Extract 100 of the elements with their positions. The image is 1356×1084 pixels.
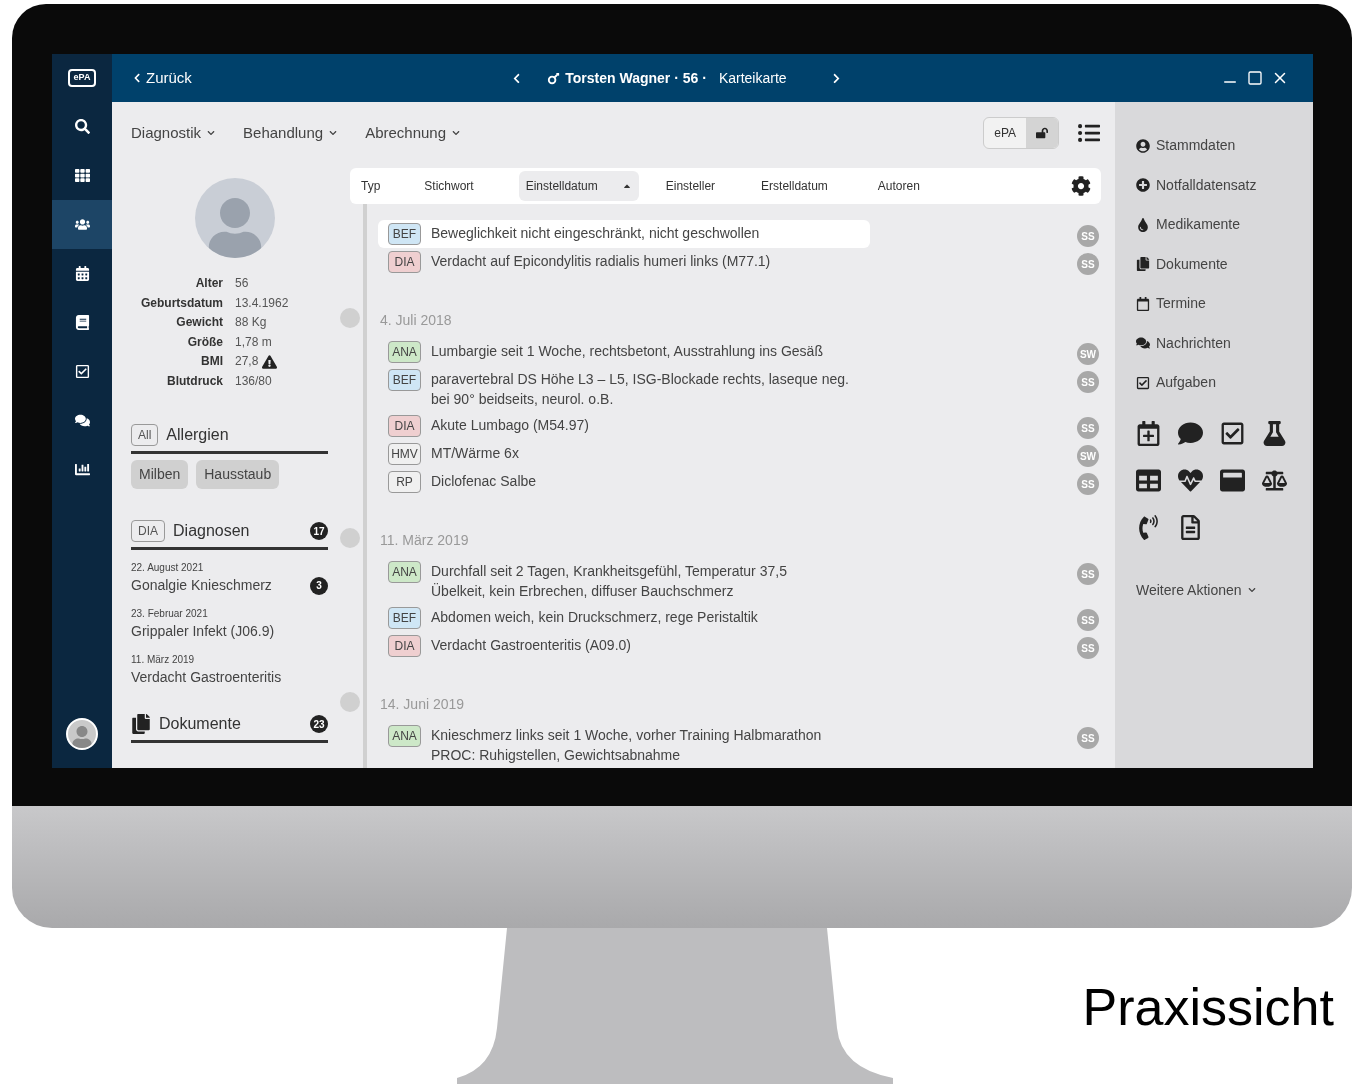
section-title: Diagnosen — [173, 521, 251, 541]
diagnosis-name[interactable]: Gonalgie Knieschmerz — [131, 575, 272, 596]
side-link[interactable]: Notfalldatensatz — [1136, 165, 1313, 205]
type-tag: BEF — [388, 223, 421, 245]
diagnosis-date: 11. März 2019 — [131, 653, 196, 667]
column-header[interactable]: Autoren — [870, 171, 927, 201]
entry-row[interactable]: DIA Verdacht auf Epicondylitis radialis humeri links (M77.1) — [378, 248, 870, 276]
side-link[interactable]: Stammdaten — [1136, 126, 1313, 166]
entry-row[interactable]: ANA Durchfall seit 2 Tagen, Krankheitsgefühl, Temperatur 37,5 Übelkeit, kein Erbrechen, diffuser Bauchschmerz — [378, 558, 870, 604]
window-icon[interactable] — [1220, 467, 1245, 493]
type-tag: HMV — [388, 443, 421, 465]
entry-row[interactable]: ANA Knieschmerz links seit 1 Woche, vorher Training Halbmarathon PROC: Ruhigstellen, Gewichtsabnahme — [378, 722, 870, 768]
diagnosis-name[interactable]: Grippaler Infekt (J06.9) — [131, 621, 275, 642]
documents-icon — [1136, 257, 1150, 272]
calendar-plus-icon[interactable] — [1136, 420, 1161, 446]
fact-value: 1,78 m — [235, 333, 272, 351]
logo: ePA — [67, 69, 97, 87]
maximize-icon[interactable] — [1247, 70, 1263, 86]
entry-row[interactable]: ANA Lumbargie seit 1 Woche, rechtsbetont, Ausstrahlung ins Gesäß — [378, 338, 870, 366]
lock-icon — [1036, 127, 1048, 139]
entry-row[interactable]: DIA Akute Lumbago (M54.97) — [378, 412, 870, 440]
menu-dropdown[interactable]: Abrechnung — [365, 121, 461, 145]
checkbox-icon — [74, 364, 90, 379]
entry-text: Lumbargie seit 1 Woche, rechtsbetont, Ausstrahlung ins Gesäß — [431, 342, 823, 361]
type-tag: ANA — [388, 341, 421, 363]
diagnosis-name[interactable]: Verdacht Gastroenteritis — [131, 667, 282, 688]
documents-icon — [131, 714, 151, 734]
fact-value: 136/80 — [235, 372, 272, 390]
fact-label: Blutdruck — [166, 372, 223, 390]
heartbeat-icon[interactable] — [1178, 467, 1203, 493]
entry-row[interactable]: RP Diclofenac Salbe — [378, 468, 870, 496]
column-header[interactable]: Stichwort — [417, 171, 481, 201]
allergy-chip[interactable]: Hausstaub — [196, 460, 280, 489]
menu-dropdown[interactable]: Behandlung — [243, 121, 338, 145]
plus-icon — [1136, 178, 1150, 193]
settings-icon[interactable] — [1071, 176, 1091, 196]
file-icon[interactable] — [1178, 514, 1203, 540]
menu-dropdown[interactable]: Diagnostik — [131, 121, 216, 145]
author-avatar: SW — [1077, 445, 1099, 467]
side-link[interactable]: Nachrichten — [1136, 323, 1313, 363]
caret-icon — [207, 129, 216, 137]
epa-toggle[interactable]: ePA — [983, 117, 1059, 149]
avatar — [66, 718, 98, 750]
chat-icon — [1136, 336, 1150, 351]
side-link[interactable]: Termine — [1136, 284, 1313, 324]
entry-row[interactable]: HMV MT/Wärme 6x — [378, 440, 870, 468]
author-avatar: SS — [1077, 253, 1099, 275]
entry-row[interactable]: BEF Abdomen weich, kein Druckschmerz, rege Peristaltik — [378, 604, 870, 632]
more-actions-dropdown[interactable]: Weitere Aktionen — [1136, 579, 1313, 601]
author-avatar: SW — [1077, 343, 1099, 365]
author-avatar: SS — [1077, 609, 1099, 631]
user-icon — [1136, 138, 1150, 153]
type-tag: BEF — [388, 607, 421, 629]
book-icon — [74, 315, 90, 330]
tag-label: DIA — [131, 520, 165, 542]
fact-value: 56 — [235, 275, 249, 292]
type-tag: DIA — [388, 251, 421, 273]
list-icon[interactable] — [1077, 122, 1101, 144]
fact-label: Gewicht — [175, 314, 223, 331]
column-header[interactable]: Einstelldatum — [518, 171, 639, 201]
entry-row[interactable]: DIA Verdacht Gastroenteritis (A09.0) — [378, 632, 870, 660]
section-title: Dokumente — [159, 714, 242, 734]
diagnosis-date: 23. Februar 2021 — [131, 607, 209, 621]
column-header[interactable]: Typ — [354, 171, 388, 201]
type-tag: BEF — [388, 369, 421, 391]
speech-bubble-icon[interactable] — [1178, 420, 1203, 446]
entry-text: Beweglichkeit nicht eingeschränkt, nicht geschwollen — [431, 224, 760, 243]
type-tag: DIA — [388, 635, 421, 657]
caret-icon — [452, 129, 461, 137]
type-tag: RP — [388, 471, 421, 493]
author-avatar: SS — [1077, 371, 1099, 393]
entry-text: Abdomen weich, kein Druckschmerz, rege Peristaltik — [431, 608, 758, 627]
side-link[interactable]: Aufgaben — [1136, 363, 1313, 403]
entry-text: Verdacht auf Epicondylitis radialis humeri links (M77.1) — [431, 252, 771, 271]
users-icon — [74, 217, 90, 232]
entry-row[interactable]: BEF paravertebral DS Höhe L3 – L5, ISG-Blockade rechts, laseque neg. bei 90° beidseits, neurol. o.B. — [378, 366, 870, 412]
count-badge: 3 — [310, 576, 328, 595]
side-link[interactable]: Medikamente — [1136, 205, 1313, 245]
caret-icon — [1247, 586, 1256, 594]
diagnosis-date: 22. August 2021 — [131, 561, 205, 575]
side-link[interactable]: Dokumente — [1136, 244, 1313, 284]
phone-icon[interactable] — [1136, 514, 1161, 540]
checkbox-icon[interactable] — [1220, 420, 1245, 446]
entry-text: Diclofenac Salbe — [431, 472, 537, 491]
entry-row[interactable]: BEF Beweglichkeit nicht eingeschränkt, nicht geschwollen — [378, 220, 870, 248]
section-title: Allergien — [166, 425, 230, 445]
table-icon[interactable] — [1136, 467, 1161, 493]
back-button[interactable]: Zurück — [132, 66, 192, 90]
author-avatar: SS — [1077, 563, 1099, 585]
allergy-chip[interactable]: Milben — [131, 460, 189, 489]
entry-text: paravertebral DS Höhe L3 – L5, ISG-Blockade rechts, laseque neg. — [431, 370, 849, 389]
column-header[interactable]: Erstelldatum — [754, 171, 835, 201]
column-header[interactable]: Einsteller — [658, 171, 723, 201]
flask-icon[interactable] — [1262, 420, 1287, 446]
calendar-icon — [74, 266, 90, 281]
tag-label: All — [131, 424, 159, 446]
entry-text: Durchfall seit 2 Tagen, Krankheitsgefühl, Temperatur 37,5 — [431, 562, 787, 581]
fact-value: 27,8 — [235, 353, 259, 370]
caret-icon — [329, 129, 338, 137]
rail-button[interactable] — [52, 200, 112, 249]
